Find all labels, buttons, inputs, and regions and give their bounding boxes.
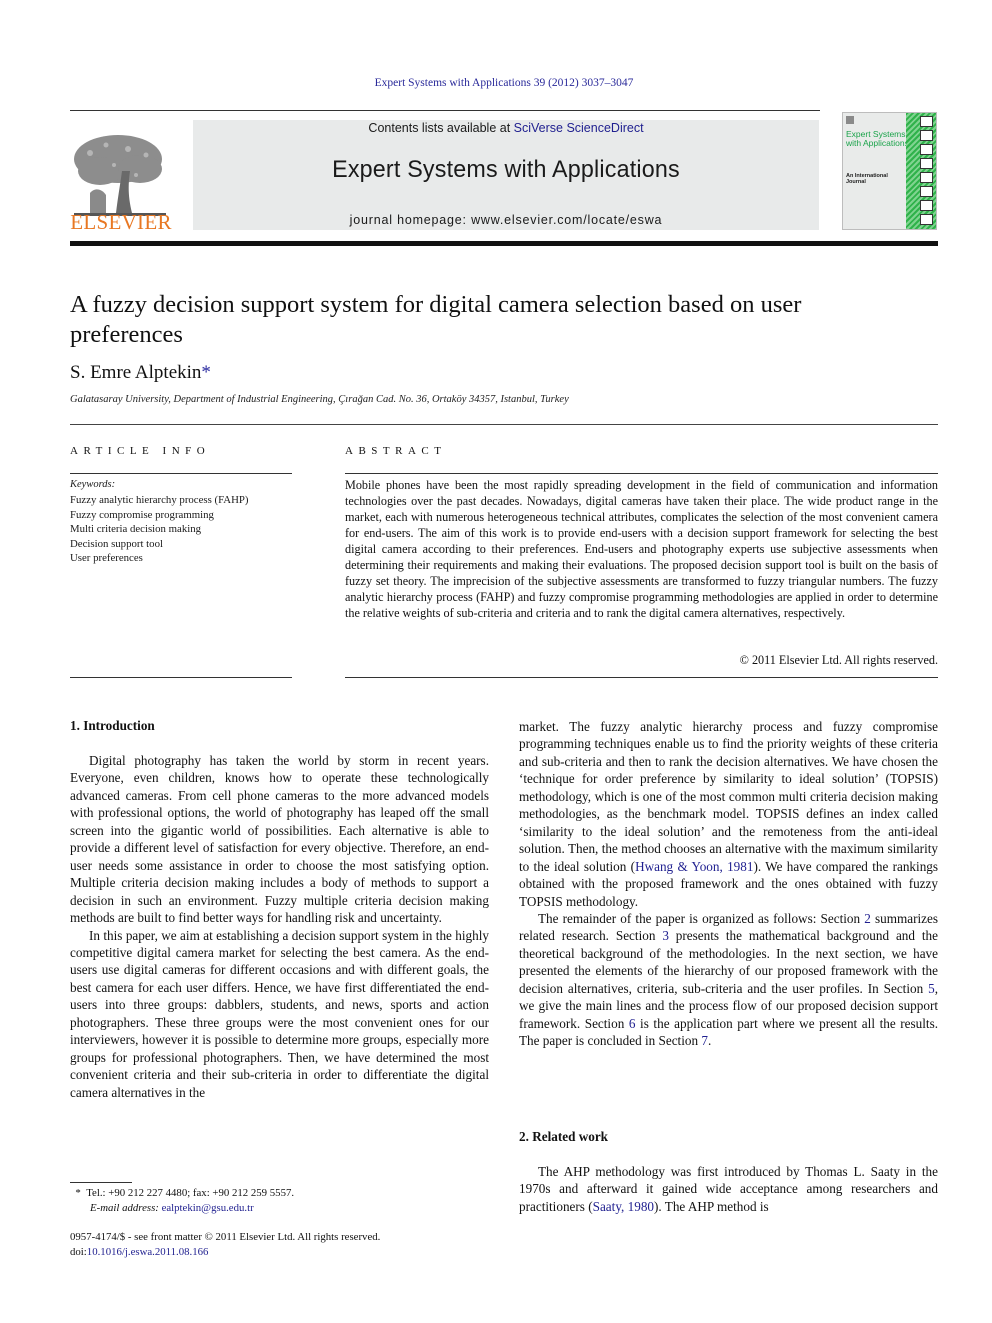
cover-barchart-icon	[920, 144, 933, 155]
author-footnote: * Tel.: +90 212 227 4480; fax: +90 212 2…	[70, 1186, 490, 1215]
keyword-item: Multi criteria decision making	[70, 523, 202, 535]
keyword-item: Fuzzy analytic hierarchy process (FAHP)	[70, 494, 249, 506]
cover-scales-icon	[920, 158, 933, 169]
email-link[interactable]: ealptekin@gsu.edu.tr	[162, 1202, 254, 1214]
journal-cover-thumbnail[interactable]: Expert Systems with Applications An Inte…	[842, 112, 937, 230]
cover-dial-icon	[920, 116, 933, 127]
elsevier-wordmark: ELSEVIER	[70, 210, 172, 234]
abstract-heading: ABSTRACT	[345, 445, 447, 457]
paragraph: Digital photography has taken the world …	[70, 753, 489, 926]
footnote-contact: Tel.: +90 212 227 4480; fax: +90 212 259…	[86, 1187, 295, 1199]
citation-link[interactable]: Hwang & Yoon, 1981	[635, 859, 753, 874]
email-label: E-mail address:	[90, 1201, 159, 1214]
abstract-bottom-rule	[345, 677, 938, 678]
section-ref-link[interactable]: 2	[864, 911, 871, 926]
header-thick-rule	[70, 241, 938, 246]
affiliation-rule	[70, 424, 938, 425]
text-run: The remainder of the paper is organized …	[538, 910, 865, 926]
footnote-mark: *	[75, 1187, 81, 1199]
footnote-rule	[70, 1182, 132, 1183]
doi-line: doi:10.1016/j.eswa.2011.08.166	[70, 1245, 490, 1260]
footnote-email-line: E-mail address: ealptekin@gsu.edu.tr	[70, 1201, 490, 1216]
author-name[interactable]: S. Emre Alptekin	[70, 362, 201, 383]
body-column-right-section2: The AHP methodology was first introduced…	[519, 1163, 938, 1215]
footnote-contact-line: * Tel.: +90 212 227 4480; fax: +90 212 2…	[70, 1186, 490, 1201]
keyword-item: User preferences	[70, 552, 143, 564]
keyword-item: Decision support tool	[70, 537, 163, 550]
text-run: market. The fuzzy analytic hierarchy pro…	[519, 719, 938, 874]
cover-title: Expert Systems with Applications	[846, 129, 909, 148]
cover-publisher-logo-icon	[846, 116, 854, 124]
section-ref-link[interactable]: 3	[662, 928, 669, 943]
article-info-bottom-rule	[70, 677, 292, 678]
abstract-copyright: © 2011 Elsevier Ltd. All rights reserved…	[739, 653, 938, 667]
abstract-text: Mobile phones have been the most rapidly…	[345, 478, 938, 620]
doi-link[interactable]: 10.1016/j.eswa.2011.08.166	[87, 1246, 209, 1258]
journal-name: Expert Systems with Applications	[332, 156, 680, 183]
journal-homepage[interactable]: journal homepage: www.elsevier.com/locat…	[193, 213, 819, 227]
keyword-item: Fuzzy compromise programming	[70, 508, 214, 521]
journal-citation[interactable]: Expert Systems with Applications 39 (201…	[0, 77, 992, 89]
author-line: S. Emre Alptekin*	[70, 362, 211, 384]
article-info-heading: ARTICLE INFO	[70, 445, 211, 457]
paragraph: The AHP methodology was first introduced…	[519, 1163, 938, 1215]
section-2-heading: 2. Related work	[519, 1129, 609, 1144]
paragraph-continued: market. The fuzzy analytic hierarchy pro…	[519, 718, 938, 910]
body-column-left: Digital photography has taken the world …	[70, 752, 489, 1101]
paper-title: A fuzzy decision support system for digi…	[70, 291, 802, 348]
abstract-rule	[345, 473, 938, 474]
text-run: ). The AHP method is	[654, 1198, 769, 1214]
paragraph: The remainder of the paper is organized …	[519, 910, 938, 1050]
section-ref-link[interactable]: 5	[928, 981, 935, 996]
text-run: .	[707, 1033, 712, 1049]
article-info-rule	[70, 473, 292, 474]
header-top-rule	[70, 110, 820, 111]
section-ref-link[interactable]: 7	[701, 1033, 708, 1048]
author-footnote-mark[interactable]: *	[201, 362, 211, 383]
citation-link[interactable]: Saaty, 1980	[593, 1199, 654, 1214]
contents-prefix: Contents lists available at	[368, 121, 514, 135]
keywords-list: Fuzzy analytic hierarchy process (FAHP) …	[70, 493, 249, 566]
keywords-label: Keywords:	[70, 479, 116, 490]
cover-globe-icon	[920, 186, 933, 197]
issn-line: 0957-4174/$ - see front matter © 2011 El…	[70, 1231, 381, 1243]
cover-brain-icon	[920, 130, 933, 141]
doi-label: doi:	[70, 1245, 87, 1258]
body-column-right: market. The fuzzy analytic hierarchy pro…	[519, 718, 938, 1050]
author-affiliation: Galatasaray University, Department of In…	[70, 394, 569, 405]
section-1-heading: 1. Introduction	[70, 718, 155, 733]
contents-availability: Contents lists available at SciVerse Sci…	[193, 121, 819, 135]
cover-subtitle: An International Journal	[846, 173, 888, 185]
paragraph: In this paper, we aim at establishing a …	[70, 927, 489, 1100]
issn-block: 0957-4174/$ - see front matter © 2011 El…	[70, 1230, 490, 1259]
cover-microscope-icon	[920, 172, 933, 183]
sciencedirect-link[interactable]: SciVerse ScienceDirect	[514, 121, 644, 135]
cover-factory-icon	[920, 200, 933, 211]
cover-medical-icon	[920, 214, 933, 225]
